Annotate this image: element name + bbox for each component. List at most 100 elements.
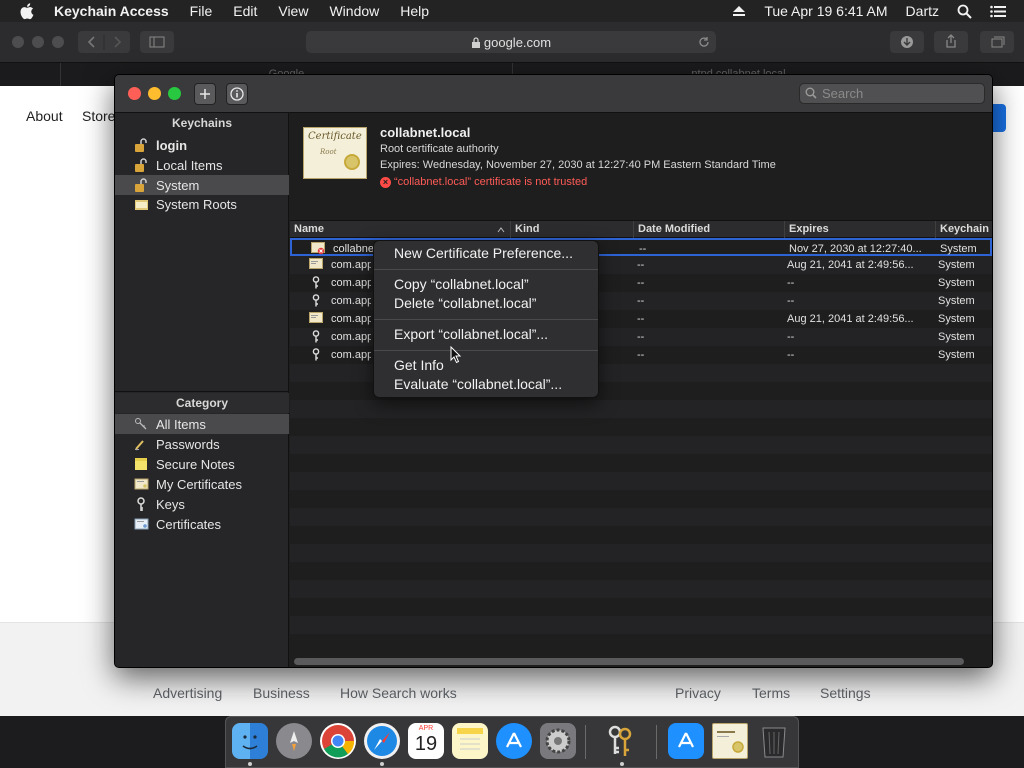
link-store[interactable]: Store (82, 108, 115, 124)
sidebar-item-label: All Items (156, 416, 206, 432)
menu-edit[interactable]: Edit (233, 3, 257, 19)
sidebar-item-passwords[interactable]: Passwords (115, 434, 289, 454)
trash-icon[interactable] (756, 723, 792, 759)
column-header-keychain[interactable]: Keychain (935, 221, 992, 238)
chrome-icon[interactable] (320, 723, 356, 759)
column-header-kind[interactable]: Kind (510, 221, 633, 238)
sidebar-item-keys[interactable]: Keys (115, 494, 289, 514)
menu-app-name[interactable]: Keychain Access (54, 3, 169, 19)
certificate-warning-text: “collabnet.local” certificate is not tru… (394, 176, 588, 188)
row-name: com.apple. (331, 295, 371, 307)
sidebar-item-label: System Roots (156, 196, 237, 212)
zoom-button[interactable] (168, 87, 181, 100)
minimize-button[interactable] (148, 87, 161, 100)
safari-back-forward[interactable] (78, 31, 130, 53)
sign-in-button[interactable] (992, 104, 1006, 132)
link-privacy[interactable]: Privacy (675, 685, 721, 701)
menu-item-new-certificate-preference[interactable]: New Certificate Preference... (374, 244, 598, 263)
menu-item-evaluate[interactable]: Evaluate “collabnet.local”... (374, 375, 598, 394)
notification-center-icon[interactable] (990, 5, 1006, 18)
menu-window[interactable]: Window (329, 3, 379, 19)
all-items-icon (133, 416, 149, 432)
safari-zoom-button[interactable] (52, 36, 64, 48)
sidebar-item-secure-notes[interactable]: Secure Notes (115, 454, 289, 474)
sidebar-item-certificates[interactable]: Certificates (115, 514, 289, 534)
horizontal-scrollbar[interactable] (294, 658, 964, 665)
certificate-icon (309, 312, 323, 323)
share-button[interactable] (934, 31, 968, 53)
menu-item-delete[interactable]: Delete “collabnet.local” (374, 294, 598, 313)
keychain-access-icon[interactable] (602, 723, 638, 759)
reload-icon[interactable] (698, 36, 710, 48)
add-item-button[interactable] (194, 83, 216, 105)
sidebar: Keychains login Local Items System Syste… (115, 113, 289, 667)
row-keychain: System (938, 313, 975, 325)
keychain-titlebar: Search (115, 75, 992, 113)
certificate-file-icon[interactable] (712, 723, 748, 759)
menu-item-get-info[interactable]: Get Info (374, 356, 598, 375)
close-button[interactable] (128, 87, 141, 100)
sidebar-item-login[interactable]: login (115, 135, 289, 155)
sidebar-icon (149, 36, 165, 48)
notes-icon[interactable] (452, 723, 488, 759)
apple-icon[interactable] (19, 2, 37, 20)
row-keychain: System (938, 295, 975, 307)
finder-icon[interactable] (232, 723, 268, 759)
link-advertising[interactable]: Advertising (153, 685, 222, 701)
launchpad-icon[interactable] (276, 723, 312, 759)
empty-row (290, 400, 992, 418)
search-icon (805, 87, 817, 99)
menu-item-export[interactable]: Export “collabnet.local”... (374, 325, 598, 344)
running-indicator (248, 762, 252, 766)
menubar-clock[interactable]: Tue Apr 19 6:41 AM (764, 3, 887, 19)
mouse-cursor-icon (450, 346, 462, 364)
safari-minimize-button[interactable] (32, 36, 44, 48)
calendar-month: APR (418, 725, 434, 732)
certificate-seal-icon (344, 154, 360, 170)
row-date-modified: -- (637, 349, 645, 361)
spotlight-icon[interactable] (957, 4, 972, 19)
eject-icon[interactable] (732, 5, 746, 17)
sidebar-item-all-items[interactable]: All Items (115, 414, 289, 434)
my-certificate-icon (133, 476, 149, 492)
menu-item-copy[interactable]: Copy “collabnet.local” (374, 275, 598, 294)
tabs-overview-button[interactable] (980, 31, 1014, 53)
link-about[interactable]: About (26, 108, 63, 124)
share-icon (946, 34, 956, 48)
system-preferences-icon[interactable] (540, 723, 576, 759)
safari-close-button[interactable] (12, 36, 24, 48)
menu-view[interactable]: View (278, 3, 308, 19)
sidebar-item-local-items[interactable]: Local Items (115, 155, 289, 175)
menu-help[interactable]: Help (400, 3, 429, 19)
sidebar-item-label: Passwords (156, 436, 220, 452)
menubar-user[interactable]: Dartz (906, 3, 939, 19)
row-name: com.apple. (331, 259, 371, 271)
column-header-date-modified[interactable]: Date Modified (633, 221, 784, 238)
menu-file[interactable]: File (190, 3, 213, 19)
lock-icon (133, 177, 149, 193)
certificate-icon (133, 516, 149, 532)
sidebar-item-label: Local Items (156, 157, 223, 173)
tabs-icon (991, 36, 1005, 48)
search-input[interactable]: Search (799, 83, 985, 104)
sidebar-item-system-roots[interactable]: System Roots (115, 194, 289, 214)
downloads-button[interactable] (890, 31, 924, 53)
get-info-button[interactable] (226, 83, 248, 105)
link-terms[interactable]: Terms (752, 685, 790, 701)
calendar-icon[interactable]: APR 19 (408, 723, 444, 759)
link-settings[interactable]: Settings (820, 685, 871, 701)
row-expires: -- (787, 295, 795, 307)
sidebar-toggle-button[interactable] (140, 31, 174, 53)
url-bar[interactable]: google.com (306, 31, 716, 53)
link-how-search-works[interactable]: How Search works (340, 685, 457, 701)
column-header-name[interactable]: Name (290, 221, 510, 238)
sidebar-item-system[interactable]: System (115, 175, 289, 195)
key-icon (312, 294, 320, 307)
applications-folder-icon[interactable] (668, 723, 704, 759)
safari-icon[interactable] (364, 723, 400, 759)
app-store-icon[interactable] (496, 723, 532, 759)
sidebar-item-my-certificates[interactable]: My Certificates (115, 474, 289, 494)
row-keychain: System (938, 259, 975, 271)
column-header-expires[interactable]: Expires (784, 221, 935, 238)
link-business[interactable]: Business (253, 685, 310, 701)
